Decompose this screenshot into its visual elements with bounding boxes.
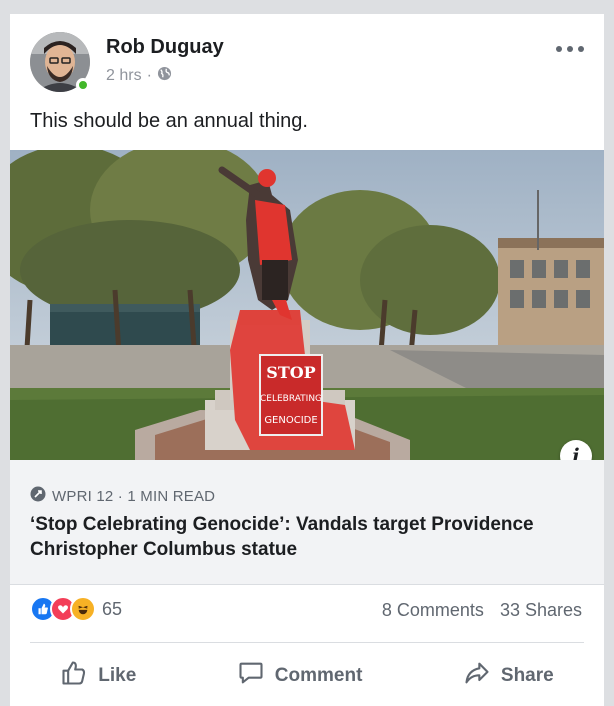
share-button[interactable]: Share (463, 659, 554, 693)
post-time[interactable]: 2 hrs (106, 67, 142, 85)
haha-reaction-icon (70, 596, 96, 622)
comment-label: Comment (274, 665, 363, 686)
reaction-count: 65 (102, 598, 123, 619)
shares-count-link[interactable]: 33 Shares (500, 600, 582, 621)
more-options-button[interactable] (556, 44, 584, 54)
globe-icon (157, 66, 172, 86)
link-icon (30, 486, 46, 506)
post-card: Rob Duguay 2 hrs · This should be an ann… (10, 14, 604, 706)
online-status-dot (76, 78, 90, 92)
post-photo[interactable]: STOP CELEBRATING GENOCIDE (10, 150, 604, 460)
comment-icon (237, 659, 265, 693)
like-label: Like (98, 665, 137, 686)
actions-divider (30, 642, 584, 643)
post-caption: This should be an annual thing. (30, 110, 308, 132)
comments-count-link[interactable]: 8 Comments (382, 600, 484, 621)
sign-line: CELEBRATING (260, 394, 322, 404)
more-icon (556, 46, 562, 52)
sign-line: STOP (266, 363, 315, 382)
share-label: Share (500, 665, 554, 686)
link-source: WPRI 12 · 1 MIN READ (30, 486, 215, 506)
comment-button[interactable]: Comment (237, 659, 363, 693)
meta-separator: · (146, 67, 152, 84)
share-icon (463, 659, 491, 693)
post-meta: 2 hrs · (106, 66, 172, 86)
like-button[interactable]: Like (60, 659, 136, 693)
author-name[interactable]: Rob Duguay (106, 36, 224, 59)
post-actions: Like Comment Share (10, 658, 604, 694)
reaction-summary[interactable]: 65 (30, 596, 122, 622)
protest-sign: STOP CELEBRATING GENOCIDE (259, 354, 323, 436)
link-preview[interactable]: WPRI 12 · 1 MIN READ ‘Stop Celebrating G… (10, 460, 604, 585)
link-headline[interactable]: ‘Stop Celebrating Genocide’: Vandals tar… (30, 512, 570, 562)
sign-line: GENOCIDE (264, 415, 317, 426)
engagement-stats: 8 Comments 33 Shares (382, 600, 582, 621)
like-icon (60, 659, 88, 693)
link-source-text: WPRI 12 · 1 MIN READ (52, 487, 216, 505)
